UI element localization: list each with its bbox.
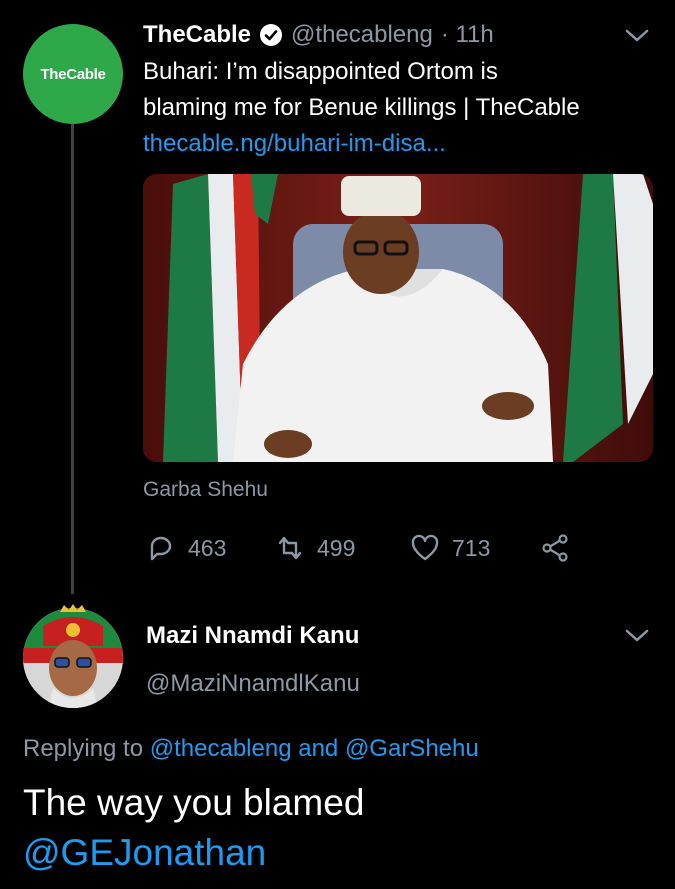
- media-illustration: [143, 174, 653, 462]
- tweet-text: Buhari: I’m disappointed Ortom is blamin…: [143, 54, 663, 162]
- replying-to: Replying to @thecableng and @GarShehu: [23, 735, 479, 763]
- retweet-icon: [278, 536, 302, 560]
- author-name[interactable]: TheCable: [143, 21, 251, 49]
- share-icon: [542, 534, 568, 562]
- like-button[interactable]: 713: [410, 533, 490, 563]
- article-link[interactable]: thecable.ng/buhari-im-disa...: [143, 126, 663, 162]
- chevron-down-icon[interactable]: [624, 628, 650, 644]
- reply-mention-thecableng[interactable]: @thecableng: [150, 735, 292, 762]
- reply-mention-garshehu[interactable]: @GarShehu: [345, 735, 479, 762]
- reply-count: 463: [188, 534, 227, 561]
- thecable-avatar[interactable]: TheCable: [23, 24, 123, 124]
- reply-button[interactable]: 463: [146, 533, 226, 563]
- tweet-time[interactable]: · 11h: [441, 21, 494, 49]
- retweet-button[interactable]: 499: [275, 533, 355, 563]
- share-button[interactable]: [540, 533, 570, 563]
- like-icon: [411, 534, 439, 561]
- reply-icon: [150, 536, 172, 561]
- avatar-illustration: [23, 608, 123, 708]
- tweet-text: The way you blamed @GEJonathan: [23, 778, 364, 878]
- tweet-actions: 463 499 713: [143, 533, 603, 565]
- tweet-media-image[interactable]: [143, 174, 653, 462]
- verified-badge-icon: [260, 24, 283, 46]
- tweet-text-line: The way you blamed: [23, 782, 365, 823]
- tweet-text-line: Buhari: I’m disappointed Ortom is: [143, 58, 498, 85]
- crown-icon: [60, 604, 86, 612]
- author-handle[interactable]: @MaziNnamdlKanu: [146, 670, 360, 698]
- retweet-count: 499: [317, 534, 356, 561]
- tweet-header: TheCable @thecableng · 11h: [143, 18, 494, 52]
- media-caption[interactable]: Garba Shehu: [143, 478, 268, 502]
- like-count: 713: [452, 534, 491, 561]
- avatar-logo-text: TheCable: [40, 65, 106, 83]
- author-handle[interactable]: @thecableng: [291, 21, 433, 49]
- kanu-avatar[interactable]: [23, 608, 123, 708]
- replying-and: and: [298, 735, 339, 762]
- mention-gejonathan[interactable]: @GEJonathan: [23, 828, 364, 878]
- tweet-text-line: blaming me for Benue killings | TheCable: [143, 94, 580, 121]
- chevron-down-icon[interactable]: [624, 28, 650, 44]
- thread-line: [71, 124, 74, 594]
- author-name[interactable]: Mazi Nnamdi Kanu: [146, 622, 359, 650]
- replying-prefix: Replying to: [23, 735, 144, 762]
